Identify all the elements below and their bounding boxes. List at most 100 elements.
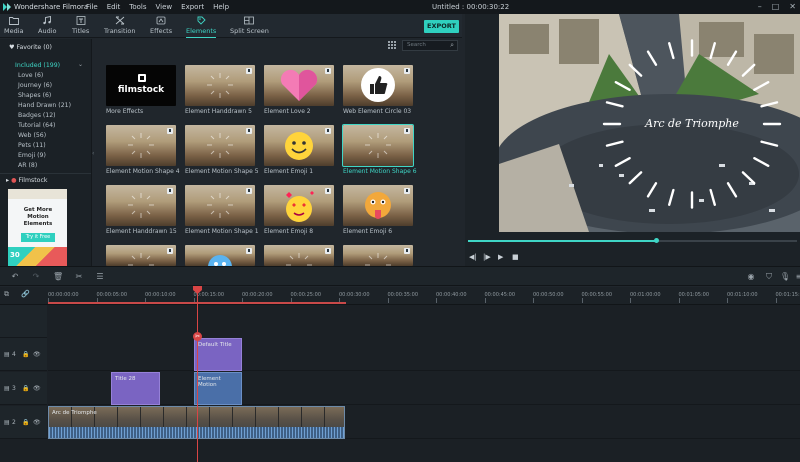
chevron-down-icon[interactable]: ⌄ [78,61,83,68]
download-icon[interactable] [325,188,331,194]
lock-icon[interactable]: 🔒 [22,385,29,392]
download-icon[interactable] [246,68,252,74]
download-icon[interactable] [325,128,331,134]
category-love[interactable]: Love (6) [18,72,43,79]
preview-scrubber-handle[interactable] [653,238,659,243]
link-icon[interactable]: 🔗 [21,290,30,298]
tab-media[interactable]: Media [4,16,24,35]
track-lane[interactable]: Default Title [48,338,800,371]
delete-icon[interactable]: 🗑 [53,272,63,282]
category-badges[interactable]: Badges (12) [18,112,56,119]
search-input[interactable]: Search ⌕ [402,40,458,51]
element-thumbnail[interactable] [264,125,334,166]
menu-tools[interactable]: Tools [129,0,146,14]
cut-icon[interactable]: ✂ [74,272,84,282]
try-free-button[interactable]: Try it Free [21,233,55,242]
element-thumbnail[interactable] [264,185,334,226]
step-forward-icon[interactable]: |▶ [483,253,491,261]
eye-icon[interactable]: 👁 [33,419,41,426]
transition-icon [115,16,125,25]
track-lane[interactable]: Arc de Triomphe [48,406,800,439]
lock-icon[interactable]: 🔒 [22,351,29,358]
add-track-icon[interactable]: ⧉ [4,290,9,299]
menu-file[interactable]: File [86,0,98,14]
menu-help[interactable]: Help [213,0,229,14]
filmstock-ad[interactable]: Get More Motion Elements Try it Free 30 [8,189,67,266]
lock-icon[interactable]: 🔒 [22,419,29,426]
download-icon[interactable] [167,128,173,134]
download-icon[interactable] [246,248,252,254]
close-button[interactable]: ✕ [789,0,796,14]
timeline-clip[interactable]: Title 28 [111,372,160,405]
category-journey[interactable]: Journey (6) [18,82,52,89]
element-thumbnail[interactable] [106,125,176,166]
stop-icon[interactable]: ■ [512,253,519,261]
filmstock-header[interactable]: ▸ ● Filmstock [6,177,47,184]
menu-export[interactable]: Export [181,0,204,14]
tab-titles[interactable]: Titles [72,16,89,35]
element-thumbnail[interactable] [343,65,413,106]
menu-view[interactable]: View [156,0,173,14]
microphone-icon[interactable]: 🎙 [780,272,790,282]
element-thumbnail[interactable] [343,245,413,266]
element-thumbnail[interactable] [185,245,255,266]
tab-audio[interactable]: Audio [38,16,56,35]
search-icon[interactable]: ⌕ [450,41,454,50]
timeline-clip[interactable]: Element Motion [194,372,242,405]
tab-elements[interactable]: Elements [186,16,217,38]
undo-icon[interactable]: ↶ [10,272,20,282]
adjust-icon[interactable]: ☰ [95,272,105,282]
eye-icon[interactable]: 👁 [33,385,41,392]
preview-video[interactable]: Arc de Triomphe [499,14,800,232]
category-pets[interactable]: Pets (11) [18,142,46,149]
element-thumbnail[interactable] [185,65,255,106]
playhead-line[interactable] [197,287,198,462]
collapse-sidebar-icon[interactable]: ‹ [92,150,97,158]
redo-icon[interactable]: ↷ [31,272,41,282]
element-thumbnail[interactable] [264,65,334,106]
element-thumbnail[interactable] [106,185,176,226]
timeline-clip[interactable]: Default Title [194,338,242,371]
element-thumbnail[interactable] [342,124,414,167]
download-icon[interactable] [246,188,252,194]
element-thumbnail[interactable] [264,245,334,266]
element-thumbnail[interactable] [185,125,255,166]
included-category[interactable]: Included (199) [15,62,60,69]
eye-icon[interactable]: 👁 [33,351,41,358]
export-button[interactable]: EXPORT [424,20,459,33]
render-icon[interactable]: ◉ [746,272,756,282]
download-icon[interactable] [325,68,331,74]
audio-mixer-icon[interactable]: ≡ [794,272,800,282]
minimize-button[interactable]: – [758,0,762,14]
element-thumbnail[interactable] [185,185,255,226]
tab-split-screen[interactable]: Split Screen [230,16,269,35]
category-shapes[interactable]: Shapes (6) [18,92,51,99]
download-icon[interactable] [167,188,173,194]
tab-transition[interactable]: Transition [104,16,135,35]
split-scissors-icon[interactable]: ✂ [193,332,202,341]
category-ar[interactable]: AR (8) [18,162,37,169]
download-icon[interactable] [246,128,252,134]
favorite-category[interactable]: ♥ Favorite (0) [9,44,52,51]
download-icon[interactable] [404,68,410,74]
tab-effects[interactable]: Effects [150,16,172,35]
menu-edit[interactable]: Edit [107,0,121,14]
category-tutorial[interactable]: Tutorial (64) [18,122,55,129]
element-thumbnail[interactable] [106,245,176,266]
grid-view-icon[interactable] [388,41,396,49]
category-emoji[interactable]: Emoji (9) [18,152,46,159]
download-icon[interactable] [404,128,410,134]
play-icon[interactable]: ▶ [498,253,503,261]
element-thumbnail[interactable]: filmstock [106,65,176,106]
download-icon[interactable] [325,248,331,254]
category-web[interactable]: Web (56) [18,132,46,139]
category-hand-drawn[interactable]: Hand Drawn (21) [18,102,71,109]
track-lane[interactable]: Title 28 Element Motion [48,372,800,405]
maximize-button[interactable]: □ [772,0,780,14]
download-icon[interactable] [404,188,410,194]
marker-icon[interactable]: ⛉ [764,272,774,282]
download-icon[interactable] [404,248,410,254]
skip-back-icon[interactable]: ◀| [469,253,477,261]
download-icon[interactable] [167,248,173,254]
element-thumbnail[interactable] [343,185,413,226]
